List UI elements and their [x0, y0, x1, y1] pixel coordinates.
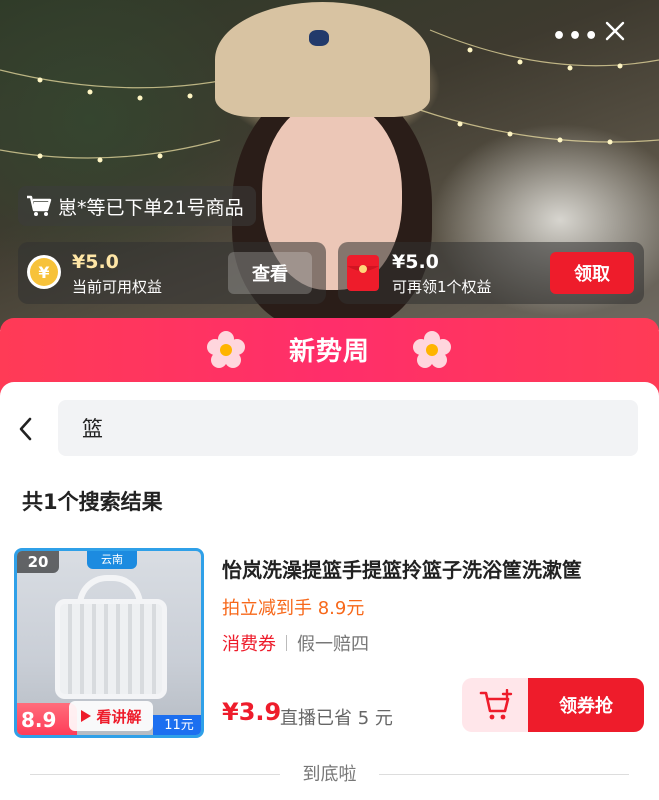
claim-benefit-card: ¥5.0 可再领1个权益 领取: [338, 242, 644, 304]
search-panel: 篮 共1个搜索结果 20 云南 8.9 看讲解 11元 怡岚洗澡提篮手提篮拎篮子…: [0, 382, 659, 800]
red-packet-icon: [347, 255, 379, 291]
product-thumbnail[interactable]: 20 云南 8.9 看讲解 11元: [14, 548, 204, 738]
coupon-tag: 消费券: [222, 634, 276, 655]
flower-icon: [413, 331, 451, 368]
current-benefit-card: ¥ ¥5.0 当前可用权益 查看: [18, 242, 326, 304]
claim-benefit-label: 可再领1个权益: [392, 278, 492, 296]
divider-line: [379, 774, 629, 775]
product-saved: 直播已省 5 元: [280, 708, 393, 729]
search-query: 篮: [82, 417, 103, 441]
result-count: 共1个搜索结果: [22, 490, 163, 514]
watch-explain-button[interactable]: 看讲解: [69, 701, 153, 731]
view-benefit-button[interactable]: 查看: [228, 252, 312, 294]
claim-coupon-buy-button[interactable]: 领券抢: [528, 678, 644, 732]
cart-icon: [27, 195, 52, 216]
product-title[interactable]: 怡岚洗澡提篮手提篮拎篮子洗浴筐洗漱筐: [222, 554, 642, 583]
thumb-live-price: 8.9: [17, 703, 77, 735]
basket-image: [55, 599, 167, 699]
tag-divider: [286, 635, 287, 651]
order-ticker: 崽*等已下单21号商品: [18, 186, 256, 226]
product-price: ¥3.9: [222, 698, 282, 726]
guarantee-tag: 假一赔四: [297, 634, 369, 655]
thumb-brand-tag: 云南: [87, 551, 137, 569]
close-icon: [605, 21, 625, 41]
chevron-left-icon: [19, 417, 32, 441]
cap: [215, 2, 430, 117]
ticker-text: 崽*等已下单21号商品: [58, 196, 244, 219]
close-button[interactable]: [604, 20, 634, 50]
add-to-cart-button[interactable]: [462, 678, 530, 732]
product-index-badge: 20: [17, 551, 59, 573]
more-button[interactable]: •••: [552, 24, 598, 49]
banner-title: 新势周: [288, 337, 370, 367]
watch-explain-label: 看讲解: [96, 707, 142, 726]
svg-text:¥: ¥: [38, 263, 49, 282]
current-benefit-label: 当前可用权益: [72, 278, 163, 296]
play-icon: [81, 710, 92, 722]
coin-icon: ¥: [27, 255, 61, 289]
product-promo: 拍立减到手 8.9元: [222, 598, 365, 619]
search-input[interactable]: 篮: [58, 400, 638, 456]
cap-logo: [309, 30, 329, 46]
claim-benefit-button[interactable]: 领取: [550, 252, 634, 294]
thumb-save-tag: 11元: [153, 715, 201, 735]
product-tags: 消费券 假一赔四: [222, 630, 369, 656]
end-of-list: 到底啦: [302, 764, 357, 785]
back-button[interactable]: [16, 416, 40, 446]
claim-benefit-amount: ¥5.0: [392, 251, 439, 273]
add-cart-icon: [479, 689, 513, 720]
current-benefit-amount: ¥5.0: [72, 251, 119, 273]
